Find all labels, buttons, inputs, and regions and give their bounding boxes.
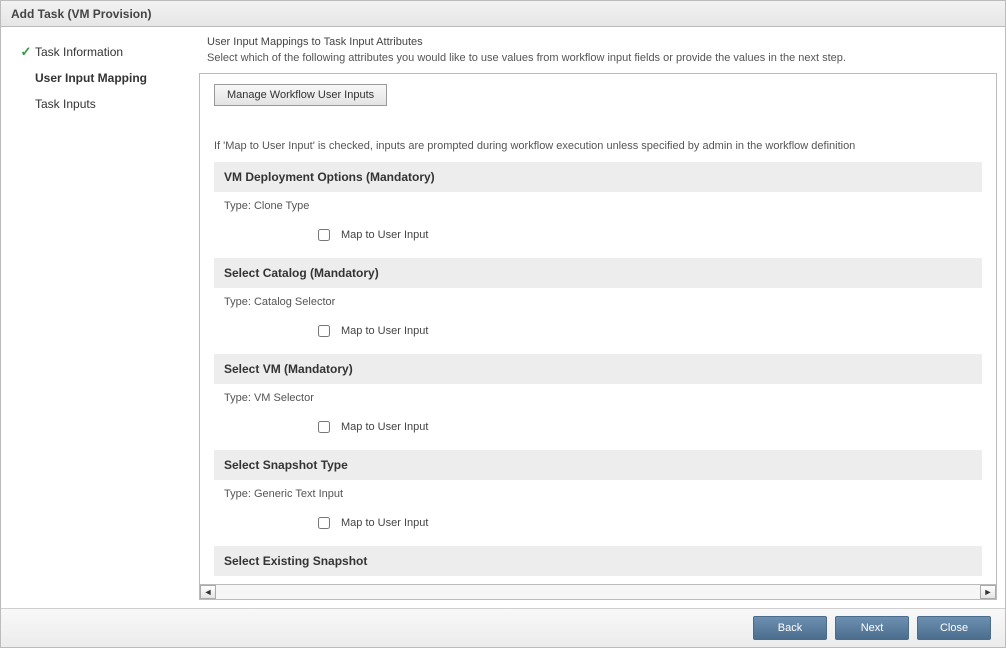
step-task-information[interactable]: ✓ Task Information: [17, 39, 199, 65]
map-row: Map to User Input: [214, 218, 982, 258]
step-label: Task Information: [35, 45, 123, 59]
manage-workflow-user-inputs-button[interactable]: Manage Workflow User Inputs: [214, 84, 387, 106]
dialog-title: Add Task (VM Provision): [1, 1, 1005, 27]
scroll-right-icon[interactable]: ►: [980, 585, 996, 599]
section-header: Select Catalog (Mandatory): [214, 258, 982, 288]
scroll-track[interactable]: [216, 585, 980, 599]
map-to-user-input-label: Map to User Input: [341, 229, 428, 241]
map-to-user-input-label: Map to User Input: [341, 325, 428, 337]
horizontal-scrollbar[interactable]: ◄ ►: [200, 584, 996, 599]
map-row: Map to User Input: [214, 506, 982, 546]
intro-heading: User Input Mappings to Task Input Attrib…: [207, 35, 989, 51]
map-to-user-input-checkbox[interactable]: [318, 517, 330, 529]
scroll-content[interactable]: Manage Workflow User Inputs If 'Map to U…: [200, 74, 996, 584]
section-header: Select Snapshot Type: [214, 450, 982, 480]
dialog-body: ✓ Task Information User Input Mapping Ta…: [1, 27, 1005, 608]
map-to-user-input-checkbox[interactable]: [318, 325, 330, 337]
map-to-user-input-label: Map to User Input: [341, 517, 428, 529]
back-button[interactable]: Back: [753, 616, 827, 640]
scroll-left-icon[interactable]: ◄: [200, 585, 216, 599]
section-type: Type: Generic Text Input: [214, 480, 982, 506]
section-header: VM Deployment Options (Mandatory): [214, 162, 982, 192]
section-header: Select Existing Snapshot: [214, 546, 982, 576]
wizard-sidebar: ✓ Task Information User Input Mapping Ta…: [9, 35, 199, 600]
intro-text: User Input Mappings to Task Input Attrib…: [199, 35, 997, 73]
map-row: Map to User Input: [214, 410, 982, 450]
step-task-inputs[interactable]: Task Inputs: [17, 91, 199, 117]
step-label: Task Inputs: [35, 97, 96, 111]
main-panel: User Input Mappings to Task Input Attrib…: [199, 35, 997, 600]
section-type: Type: Catalog Selector: [214, 288, 982, 314]
scroll-container: Manage Workflow User Inputs If 'Map to U…: [199, 73, 997, 600]
step-label: User Input Mapping: [35, 71, 147, 85]
mapping-note: If 'Map to User Input' is checked, input…: [214, 140, 982, 152]
close-button[interactable]: Close: [917, 616, 991, 640]
check-icon: ✓: [17, 44, 35, 60]
step-user-input-mapping[interactable]: User Input Mapping: [17, 65, 199, 91]
dialog-window: Add Task (VM Provision) ✓ Task Informati…: [0, 0, 1006, 648]
section-type: Type: Clone Type: [214, 192, 982, 218]
section-header: Select VM (Mandatory): [214, 354, 982, 384]
map-to-user-input-checkbox[interactable]: [318, 229, 330, 241]
map-row: Map to User Input: [214, 314, 982, 354]
intro-description: Select which of the following attributes…: [207, 51, 989, 67]
next-button[interactable]: Next: [835, 616, 909, 640]
section-type: Type: Snapshot Selector: [214, 576, 982, 584]
map-to-user-input-checkbox[interactable]: [318, 421, 330, 433]
map-to-user-input-label: Map to User Input: [341, 421, 428, 433]
dialog-footer: Back Next Close: [1, 608, 1005, 647]
section-type: Type: VM Selector: [214, 384, 982, 410]
